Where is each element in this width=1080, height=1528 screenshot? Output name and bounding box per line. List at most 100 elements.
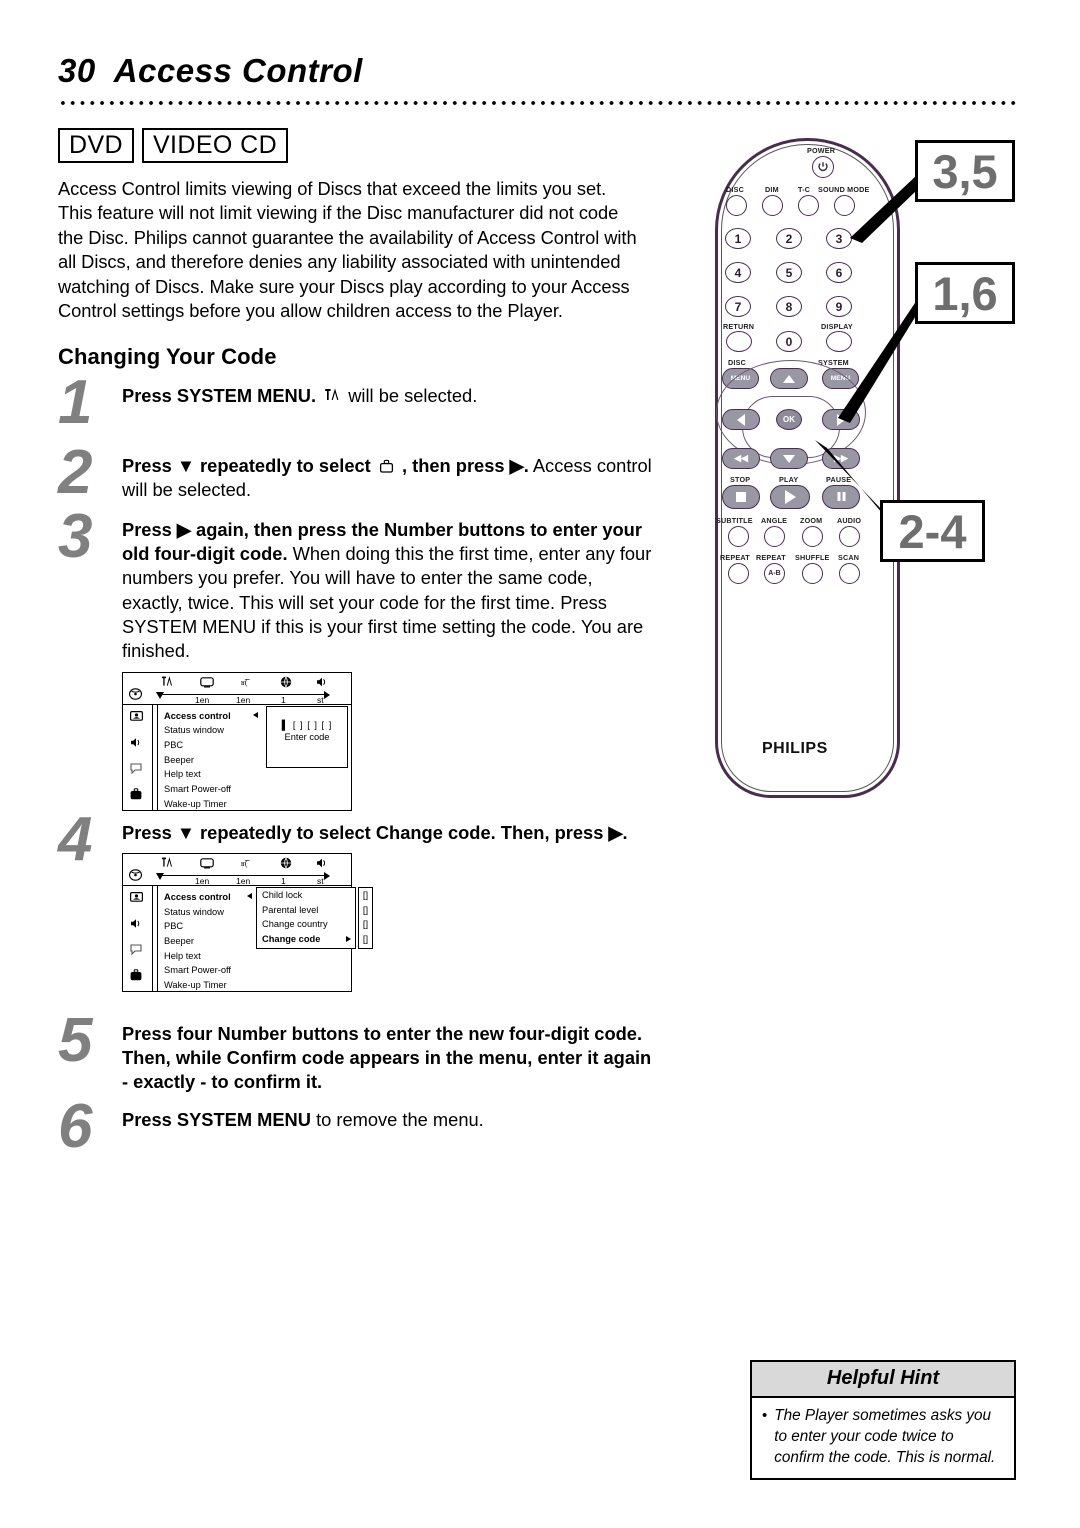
system-menu-icon bbox=[324, 387, 340, 404]
osd-tab-label-0: 1en bbox=[195, 694, 210, 705]
number-button-8[interactable]: 8 bbox=[776, 296, 802, 317]
osd-menu-item-smart-power-off[interactable]: Smart Power-off bbox=[164, 782, 351, 797]
osd-submenu-change-country[interactable]: Change country bbox=[257, 917, 355, 932]
osd-submenu-change-code[interactable]: Change code bbox=[257, 932, 355, 947]
step-1-body: Press SYSTEM MENU. will be selected. bbox=[122, 384, 658, 408]
osd-menu-item-wake-up-timer[interactable]: Wake-up Timer bbox=[164, 978, 351, 993]
audio-button[interactable] bbox=[839, 526, 860, 547]
osd-menu-item-help-text[interactable]: Help text bbox=[164, 949, 351, 964]
cursor-down-button[interactable] bbox=[770, 448, 808, 469]
display-button-label: DISPLAY bbox=[821, 322, 853, 331]
number-button-2[interactable]: 2 bbox=[776, 228, 802, 249]
osd-selection-caret-icon bbox=[247, 892, 252, 899]
osd-tab-label-2: 1 bbox=[281, 694, 286, 705]
osd-enter-code-label: Enter code bbox=[284, 731, 330, 742]
step-4-number: 4 bbox=[58, 804, 93, 874]
angle-button-label: ANGLE bbox=[761, 516, 788, 525]
angle-button[interactable] bbox=[764, 526, 785, 547]
osd-submenu-parental-level[interactable]: Parental level bbox=[257, 903, 355, 918]
intro-paragraph: Access Control limits viewing of Discs t… bbox=[58, 178, 637, 322]
audio-button-label: AUDIO bbox=[837, 516, 862, 525]
step-2-mid: , then press ▶. bbox=[401, 454, 529, 476]
number-button-6[interactable]: 6 bbox=[826, 262, 852, 283]
number-button-7[interactable]: 7 bbox=[725, 296, 751, 317]
step-1-lead: Press SYSTEM MENU. bbox=[122, 384, 317, 406]
philips-logo: PHILIPS bbox=[762, 740, 828, 757]
step-1: 1 Press SYSTEM MENU. will be selected. bbox=[58, 371, 658, 446]
svg-text:ʁ͡(: ʁ͡( bbox=[241, 678, 251, 687]
step-2-number: 2 bbox=[58, 437, 93, 507]
cursor-left-button[interactable] bbox=[722, 409, 760, 430]
osd-tab-label-1: 1en bbox=[236, 694, 251, 705]
osd-tab-label-3: st bbox=[317, 694, 324, 705]
scan-button-label: SCAN bbox=[838, 553, 860, 562]
badge-dvd: DVD bbox=[58, 128, 134, 163]
step-5-number: 5 bbox=[58, 1005, 93, 1075]
osd-mockup-access-control: ʁ͡(1en 1en 1 st Access control Status w… bbox=[122, 671, 352, 812]
helpful-hint-text: The Player sometimes asks you to enter y… bbox=[774, 1407, 996, 1466]
display-button[interactable] bbox=[826, 331, 852, 352]
number-button-1[interactable]: 1 bbox=[725, 228, 751, 249]
number-button-0[interactable]: 0 bbox=[776, 331, 802, 352]
content-column: DVD VIDEO CD Access Control limits viewi… bbox=[58, 128, 658, 1176]
rewind-button[interactable]: ◀◀ bbox=[722, 448, 760, 469]
shuffle-button[interactable] bbox=[802, 563, 823, 584]
zoom-button[interactable] bbox=[802, 526, 823, 547]
steps-list: 1 Press SYSTEM MENU. will be selected. 2… bbox=[58, 371, 658, 1168]
repeat-button[interactable] bbox=[728, 563, 749, 584]
ok-button[interactable]: OK bbox=[776, 409, 802, 430]
cursor-right-button[interactable] bbox=[822, 409, 860, 430]
disc-button-label: DISC bbox=[726, 185, 744, 194]
number-button-4[interactable]: 4 bbox=[725, 262, 751, 283]
osd-tab-down-marker bbox=[156, 691, 164, 699]
repeat-ab-button[interactable]: A-B bbox=[764, 563, 785, 584]
subtitle-icon: ʁ͡( bbox=[241, 677, 254, 687]
zoom-button-label: ZOOM bbox=[800, 516, 823, 525]
pause-button[interactable] bbox=[822, 485, 860, 509]
triangle-left-icon bbox=[737, 413, 745, 426]
picture-icon bbox=[130, 891, 143, 903]
step-3: 3 Press ▶ again, then press the Number b… bbox=[58, 505, 658, 812]
badge-video-cd: VIDEO CD bbox=[141, 128, 289, 163]
tc-button[interactable] bbox=[798, 195, 819, 216]
osd-menu-item-wake-up-timer[interactable]: Wake-up Timer bbox=[164, 797, 351, 812]
stop-button[interactable] bbox=[722, 485, 760, 509]
sound-mode-button[interactable] bbox=[834, 195, 855, 216]
repeat-ab-button-label: REPEAT bbox=[756, 553, 786, 562]
osd-menu-item-help-text[interactable]: Help text bbox=[164, 767, 351, 782]
osd-submenu-child-lock[interactable]: Child lock bbox=[257, 888, 355, 903]
subtitle-button[interactable] bbox=[728, 526, 749, 547]
scan-button[interactable] bbox=[839, 563, 860, 584]
step-2-body: Press ▼ repeatedly to select , then pres… bbox=[122, 454, 658, 503]
return-button[interactable] bbox=[726, 331, 752, 352]
play-button[interactable] bbox=[770, 485, 810, 509]
subtitle-bubble-icon bbox=[130, 762, 142, 774]
fast-forward-button[interactable]: ▶▶ bbox=[822, 448, 860, 469]
play-button-label: PLAY bbox=[779, 475, 799, 484]
osd-submenu-change-code-label: Change code bbox=[262, 933, 321, 944]
power-button[interactable] bbox=[812, 156, 834, 178]
osd-value-child-lock: [] bbox=[362, 889, 369, 900]
disc-icon bbox=[129, 869, 142, 881]
number-button-9[interactable]: 9 bbox=[826, 296, 852, 317]
stop-button-label: STOP bbox=[730, 475, 751, 484]
osd-submenu-right-caret-icon bbox=[346, 935, 351, 942]
number-button-5[interactable]: 5 bbox=[776, 262, 802, 283]
remote-control-illustration: POWER DISC DIM T-C SOUND MODE 1 2 3 4 5 … bbox=[690, 128, 1030, 828]
return-button-label: RETURN bbox=[723, 322, 755, 331]
disc-button[interactable] bbox=[726, 195, 747, 216]
osd-menu-item-smart-power-off[interactable]: Smart Power-off bbox=[164, 963, 351, 978]
section-heading: Changing Your Code bbox=[58, 343, 277, 369]
helpful-hint-body: • The Player sometimes asks you to enter… bbox=[752, 1398, 1014, 1478]
osd-tab-label-1: 1en bbox=[236, 875, 251, 886]
osd-tab-label-0: 1en bbox=[195, 875, 210, 886]
number-button-3[interactable]: 3 bbox=[826, 228, 852, 249]
osd-mockup-change-code: ʁ͡(1en 1en 1 st Access control Status w… bbox=[122, 852, 373, 993]
step-4-body: Press ▼ repeatedly to select Change code… bbox=[122, 821, 658, 845]
dim-button[interactable] bbox=[762, 195, 783, 216]
osd-tab-label-2: 1 bbox=[281, 875, 286, 886]
shuffle-button-label: SHUFFLE bbox=[795, 553, 830, 562]
power-label: POWER bbox=[807, 146, 836, 155]
osd-panel: Access control Status window PBC Beeper … bbox=[122, 704, 352, 812]
dim-button-label: DIM bbox=[765, 185, 779, 194]
